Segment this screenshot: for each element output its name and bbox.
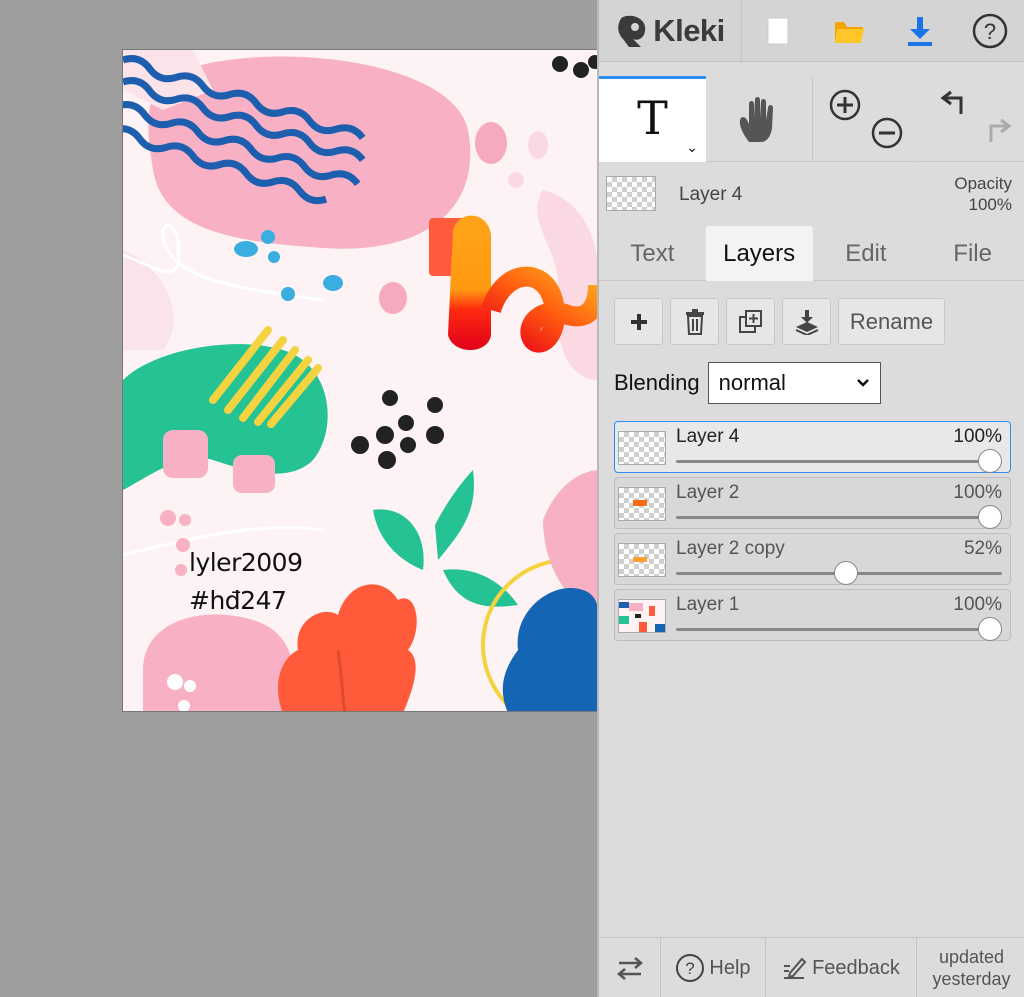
- layer-item-layer-4[interactable]: Layer 4 100%: [614, 421, 1011, 473]
- feedback-link[interactable]: Feedback: [766, 938, 917, 997]
- help-link[interactable]: ? Help: [661, 938, 766, 997]
- canvas-workspace[interactable]: lyler2009 #hđ247: [0, 0, 597, 997]
- zoom-out-icon[interactable]: [870, 116, 904, 150]
- opacity-label: Opacity: [954, 174, 1012, 193]
- current-layer-name: Layer 4: [679, 184, 743, 205]
- delete-layer-button[interactable]: [670, 298, 719, 345]
- kleki-logo[interactable]: Kleki: [599, 0, 742, 62]
- help-label: Help: [709, 956, 751, 979]
- layer-name: Layer 4: [676, 426, 740, 447]
- merge-down-button[interactable]: [782, 298, 831, 345]
- new-file-button[interactable]: [742, 0, 813, 62]
- slider-handle[interactable]: [978, 449, 1002, 473]
- artwork-caption-line1: lyler2009: [189, 548, 303, 577]
- history-tools: [919, 76, 1024, 162]
- bottom-bar: ? Help Feedback updated yesterday: [599, 937, 1024, 997]
- kleki-logo-icon: [618, 15, 646, 47]
- layer-opacity: 100%: [953, 482, 1002, 503]
- app-name: Kleki: [653, 13, 725, 48]
- hand-tool-button[interactable]: [706, 76, 813, 162]
- panel-tabs: Text Layers Edit File: [599, 226, 1024, 281]
- text-tool-glyph: T: [637, 90, 668, 145]
- layer-item-layer-2-copy[interactable]: Layer 2 copy 52%: [614, 533, 1011, 585]
- chevron-down-icon: [856, 379, 869, 387]
- tool-row: T ⌄: [599, 76, 1024, 162]
- slider-handle[interactable]: [978, 505, 1002, 529]
- svg-text:?: ?: [686, 959, 695, 978]
- layer-opacity-slider[interactable]: [676, 561, 1002, 585]
- open-folder-icon: [834, 22, 864, 43]
- changelog-link[interactable]: updated yesterday: [917, 938, 1024, 997]
- layer-opacity-slider[interactable]: [676, 505, 1002, 529]
- feedback-label: Feedback: [812, 956, 900, 979]
- layer-opacity-slider[interactable]: [676, 449, 1002, 473]
- tab-layers[interactable]: Layers: [705, 226, 813, 281]
- current-layer-opacity[interactable]: Opacity 100%: [954, 173, 1012, 215]
- undo-icon[interactable]: [939, 88, 973, 120]
- tab-file[interactable]: File: [919, 226, 1024, 281]
- tab-edit[interactable]: Edit: [813, 226, 920, 281]
- swap-side-button[interactable]: [599, 938, 661, 997]
- tab-text[interactable]: Text: [599, 226, 706, 281]
- layer-opacity: 100%: [953, 426, 1002, 447]
- blending-row: Blending normal: [614, 362, 881, 404]
- layer-opacity: 52%: [963, 538, 1002, 559]
- text-tool-button[interactable]: T ⌄: [599, 76, 706, 162]
- layer-name: Layer 2: [676, 482, 740, 503]
- top-toolbar: Kleki ?: [599, 0, 1024, 62]
- zoom-in-icon[interactable]: [828, 88, 862, 122]
- right-panel: Kleki ? T ⌄ Layer 4 Opacity 100% Text La…: [597, 0, 1024, 997]
- chevron-down-icon[interactable]: ⌄: [686, 139, 698, 156]
- layer-name: Layer 1: [676, 594, 740, 615]
- opacity-value: 100%: [968, 195, 1012, 214]
- redo-icon[interactable]: [979, 116, 1013, 148]
- rename-layer-button[interactable]: Rename: [838, 298, 945, 345]
- updated-line2: yesterday: [932, 969, 1011, 989]
- help-button[interactable]: ?: [955, 0, 1024, 62]
- current-layer-info: Layer 4 Opacity 100%: [599, 163, 1024, 225]
- layer-toolbar: Rename: [614, 298, 945, 345]
- blending-label: Blending: [614, 370, 700, 395]
- svg-text:?: ?: [984, 19, 996, 44]
- layer-name: Layer 2 copy: [676, 538, 785, 559]
- layer-thumbnail: [618, 487, 666, 521]
- layer-thumbnail: [618, 431, 666, 465]
- layer-list: Layer 4 100% Layer 2 100% Layer 2 copy 5…: [614, 421, 1011, 645]
- trash-icon: [685, 308, 704, 335]
- slider-handle[interactable]: [978, 617, 1002, 641]
- blending-select[interactable]: normal: [707, 362, 881, 404]
- drawing-canvas[interactable]: lyler2009 #hđ247: [122, 49, 597, 712]
- layer-opacity-slider[interactable]: [676, 617, 1002, 641]
- help-circle-icon: ?: [676, 954, 705, 982]
- plus-icon: [630, 313, 647, 330]
- layer-thumbnail: [618, 543, 666, 577]
- new-file-icon: [767, 17, 788, 45]
- zoom-tools: [813, 76, 919, 162]
- merge-down-icon: [795, 309, 818, 335]
- current-layer-thumbnail[interactable]: [606, 176, 656, 211]
- feedback-pencil-icon: [784, 957, 807, 979]
- artwork-caption-line2: #hđ247: [189, 586, 287, 615]
- layer-thumbnail: [618, 599, 666, 633]
- updated-line1: updated: [938, 947, 1005, 967]
- download-icon: [907, 17, 932, 46]
- layer-item-layer-2[interactable]: Layer 2 100%: [614, 477, 1011, 529]
- help-circle-icon: ?: [972, 13, 1008, 49]
- open-file-button[interactable]: [813, 0, 884, 62]
- layer-opacity: 100%: [953, 594, 1002, 615]
- swap-arrows-icon: [616, 957, 643, 980]
- blending-value: normal: [718, 370, 786, 395]
- duplicate-layer-button[interactable]: [726, 298, 775, 345]
- layer-item-layer-1[interactable]: Layer 1 100%: [614, 589, 1011, 641]
- hand-icon: [739, 97, 773, 142]
- add-layer-button[interactable]: [614, 298, 663, 345]
- duplicate-icon: [738, 309, 762, 333]
- slider-handle[interactable]: [833, 561, 858, 585]
- download-button[interactable]: [884, 0, 955, 62]
